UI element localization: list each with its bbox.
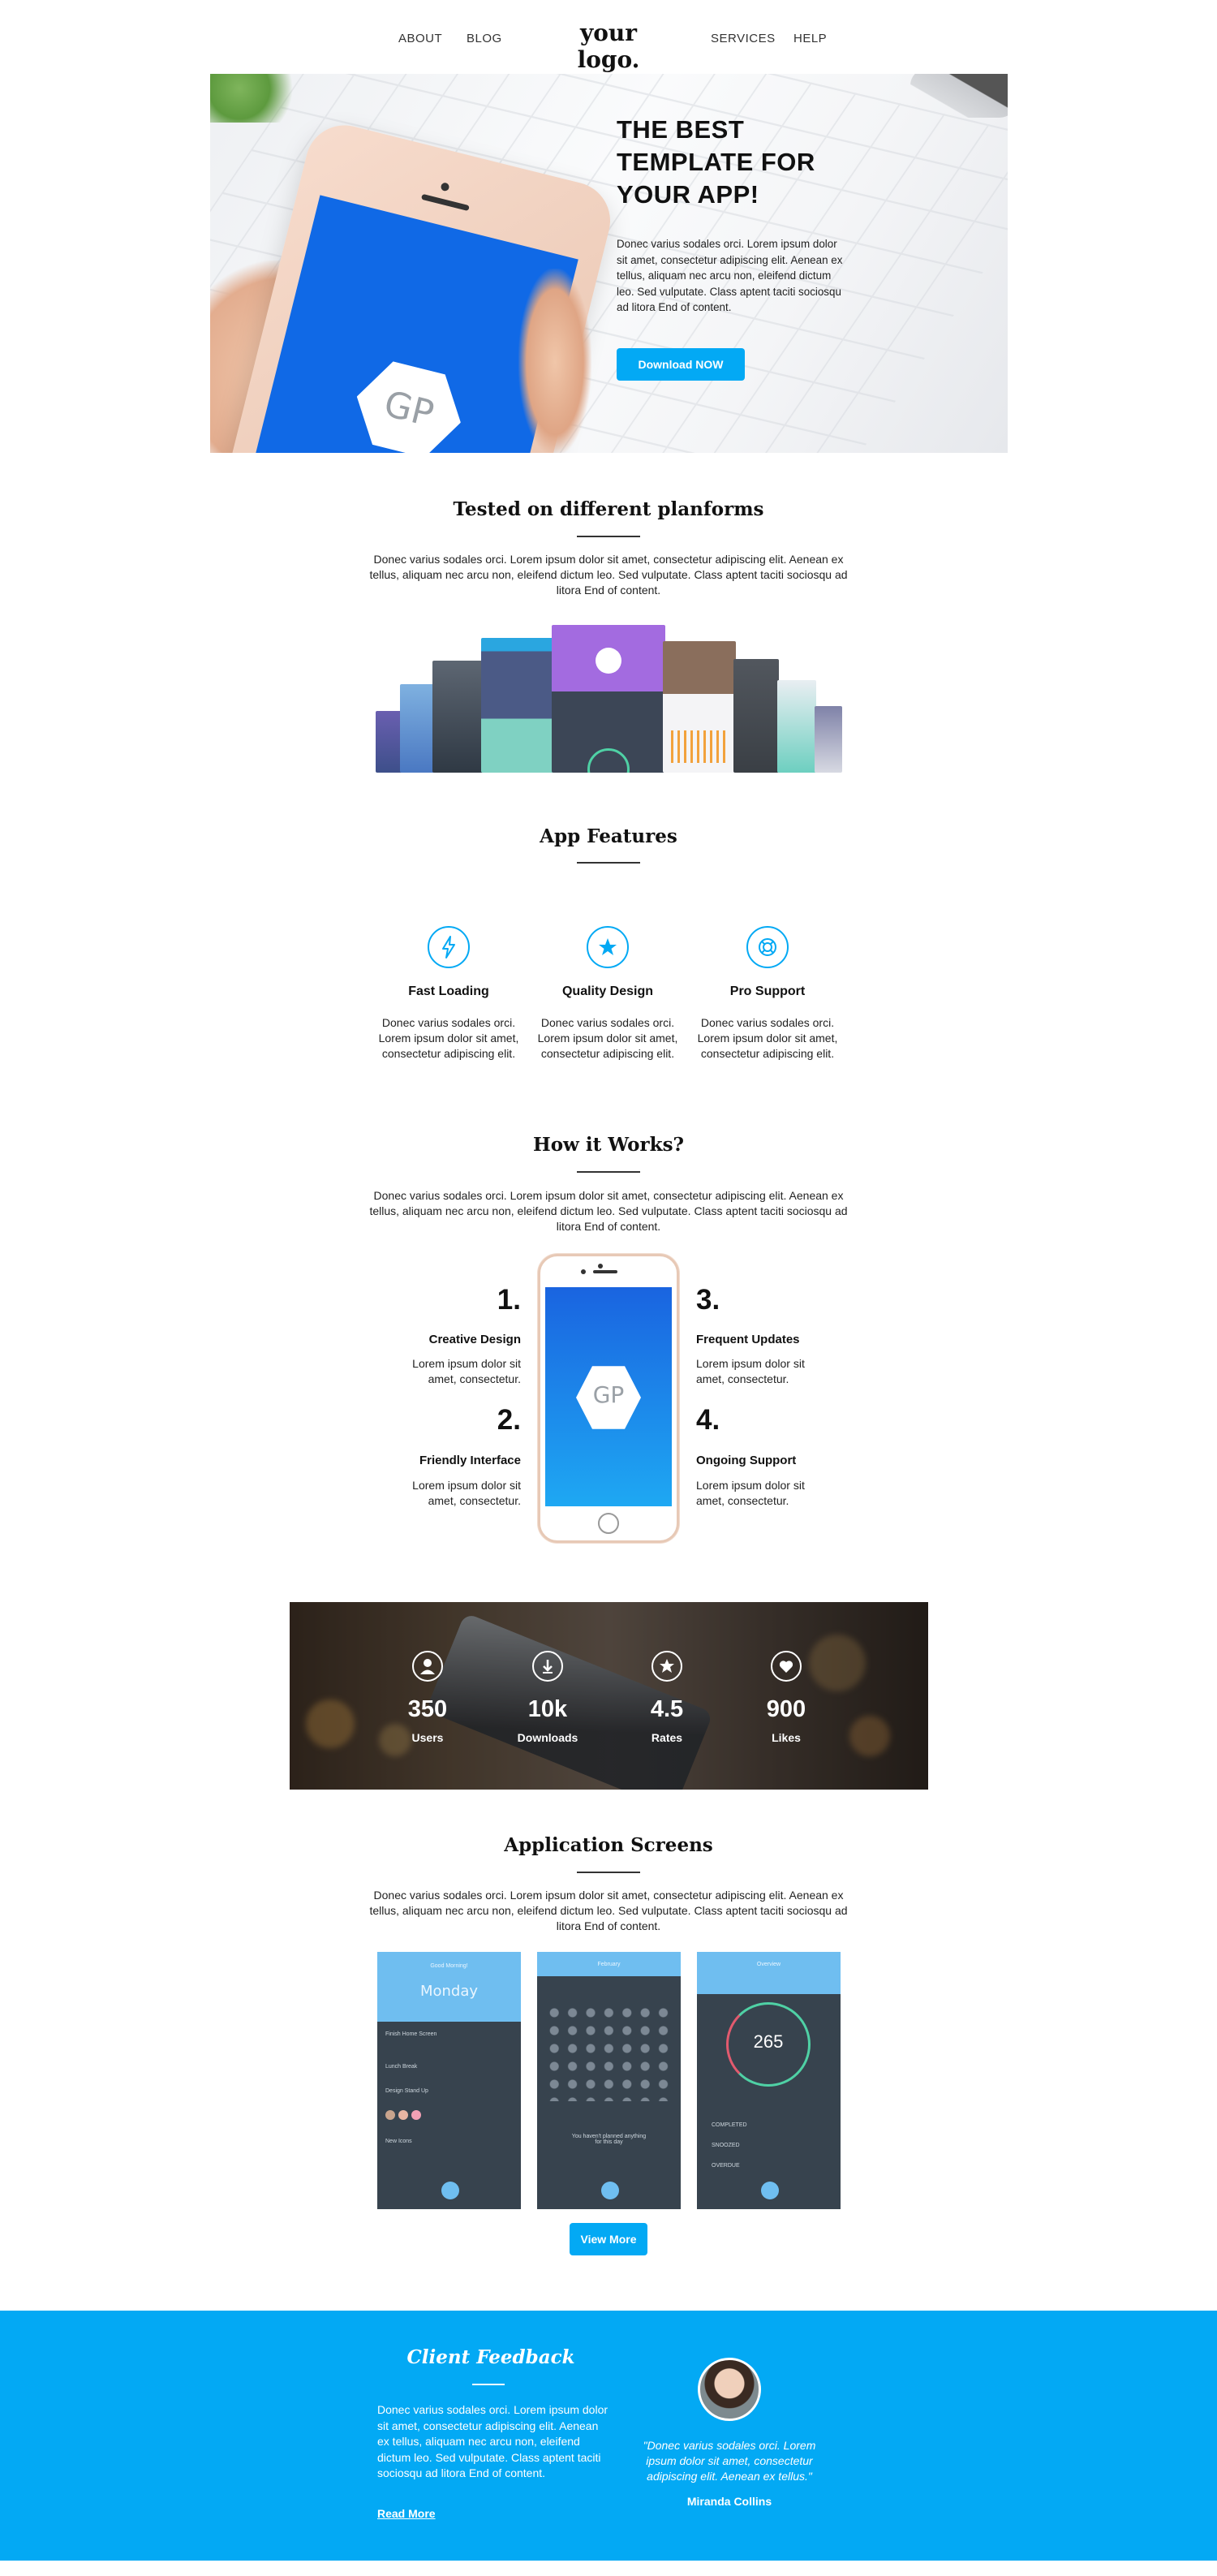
feedback-description: Donec varius sodales orci. Lorem ipsum d… [377, 2403, 608, 2479]
download-now-button[interactable]: Download NOW [617, 348, 745, 381]
thumb-image [518, 269, 591, 453]
screen-header: Overview [756, 1962, 781, 1967]
add-fab-button [761, 2182, 779, 2199]
star-icon [652, 1651, 682, 1682]
step-title: Frequent Updates [696, 1333, 800, 1346]
feature-text: Donec varius sodales orci. Lorem ipsum d… [378, 1016, 519, 1060]
step-number: 3. [696, 1284, 720, 1316]
stat-label: Downloads [517, 1731, 578, 1744]
nav-services-link[interactable]: SERVICES [711, 32, 776, 45]
application-screens-title: Application Screens [504, 1834, 713, 1856]
feature-text: Donec varius sodales orci. Lorem ipsum d… [697, 1016, 838, 1060]
step-number: 4. [696, 1404, 720, 1436]
stat-value: 10k [527, 1696, 568, 1722]
application-screens-description: Donec varius sodales orci. Lorem ipsum d… [369, 1889, 848, 1932]
screen-day: Monday [419, 1983, 479, 2000]
step-text: Lorem ipsum dolor sit amet, consectetur. [412, 1357, 521, 1385]
pen-decoration [910, 74, 1008, 118]
hero-description: Donec varius sodales orci. Lorem ipsum d… [617, 238, 843, 313]
step-text: Lorem ipsum dolor sit amet, consectetur. [412, 1479, 521, 1507]
heart-icon [771, 1651, 802, 1682]
overview-row: OVERDUE [712, 2163, 740, 2169]
view-more-button[interactable]: View More [570, 2223, 647, 2255]
lifebuoy-icon [746, 926, 789, 968]
testimonial-quote: "Donec varius sodales orci. Lorem ipsum … [643, 2439, 816, 2483]
app-logo-text: GP [592, 1381, 625, 1408]
star-icon [587, 926, 629, 968]
task-item: Finish Home Screen [385, 2031, 437, 2037]
feature-text: Donec varius sodales orci. Lorem ipsum d… [537, 1016, 678, 1060]
stat-value: 350 [407, 1696, 448, 1722]
task-item: Design Stand Up [385, 2088, 428, 2094]
testimonial-author: Miranda Collins [686, 2495, 772, 2508]
client-feedback-section: Client Feedback Donec varius sodales orc… [0, 2311, 1217, 2561]
platforms-description: Donec varius sodales orci. Lorem ipsum d… [369, 553, 848, 597]
task-item: Lunch Break [385, 2064, 418, 2070]
step-title: Ongoing Support [696, 1454, 797, 1467]
title-divider [577, 862, 640, 864]
stat-value: 4.5 [650, 1696, 684, 1722]
app-logo-text: GP [380, 383, 438, 436]
title-divider [472, 2384, 505, 2385]
title-divider [577, 1171, 640, 1173]
hero-title: THE BEST TEMPLATE FOR YOUR APP! [617, 115, 815, 209]
overview-count: 265 [753, 2031, 784, 2052]
calendar-grid [545, 2004, 673, 2101]
step-text: Lorem ipsum dolor sit amet, consectetur. [696, 1479, 805, 1507]
title-divider [577, 1872, 640, 1873]
feature-title: Quality Design [561, 984, 654, 998]
overview-row: COMPLETED [712, 2122, 747, 2128]
task-item: New Icons [385, 2139, 412, 2144]
read-more-link[interactable]: Read More [377, 2507, 436, 2520]
plant-decoration [210, 74, 307, 123]
site-logo[interactable]: your logo. [552, 19, 665, 73]
stat-label: Users [411, 1731, 444, 1744]
download-icon [532, 1651, 563, 1682]
avatar [698, 2358, 761, 2421]
nav-about-link[interactable]: ABOUT [398, 32, 442, 45]
app-logo-hexagon: GP [345, 349, 472, 453]
feature-title: Pro Support [729, 984, 806, 998]
phone-mockup-image: GP [538, 1254, 679, 1543]
user-icon [412, 1651, 443, 1682]
app-screenshot-overview: Overview 265 COMPLETED SNOOZED OVERDUE [697, 1952, 841, 2209]
add-fab-button [601, 2182, 619, 2199]
lightning-icon [428, 926, 470, 968]
nav-help-link[interactable]: HELP [793, 32, 827, 45]
overview-row: SNOOZED [712, 2143, 740, 2148]
features-title: App Features [540, 825, 677, 847]
stat-value: 900 [766, 1696, 806, 1722]
stat-label: Rates [651, 1731, 683, 1744]
app-screenshot-schedule: Good Morning! Monday Finish Home Screen … [377, 1952, 521, 2209]
step-number: 2. [497, 1404, 521, 1436]
platforms-title: Tested on different planforms [453, 498, 764, 520]
home-button-image [598, 1513, 619, 1534]
step-text: Lorem ipsum dolor sit amet, consectetur. [696, 1357, 805, 1385]
title-divider [577, 536, 640, 537]
hero-banner: GP THE BEST TEMPLATE FOR YOUR APP! Donec… [210, 74, 1008, 453]
app-screenshot-calendar: February You haven't planned anything fo… [537, 1952, 681, 2209]
stat-label: Likes [772, 1731, 801, 1744]
step-number: 1. [497, 1284, 521, 1316]
app-logo-hexagon: GP [576, 1366, 641, 1429]
stats-banner: 350 Users 10k Downloads 4.5 Rates 900 Li… [290, 1602, 928, 1790]
nav-blog-link[interactable]: BLOG [467, 32, 502, 45]
feature-title: Fast Loading [408, 984, 489, 998]
empty-state-text: You haven't planned anything for this da… [571, 2134, 647, 2145]
add-fab-button [441, 2182, 459, 2199]
step-title: Creative Design [428, 1333, 521, 1346]
how-it-works-description: Donec varius sodales orci. Lorem ipsum d… [369, 1189, 848, 1233]
top-navigation: ABOUT BLOG your logo. SERVICES HELP [0, 0, 1217, 73]
screen-header: Good Morning! [430, 1963, 468, 1969]
how-it-works-title: How it Works? [532, 1134, 685, 1156]
feedback-title: Client Feedback [406, 2346, 575, 2368]
screen-header: February [597, 1962, 621, 1967]
step-title: Friendly Interface [419, 1454, 521, 1467]
